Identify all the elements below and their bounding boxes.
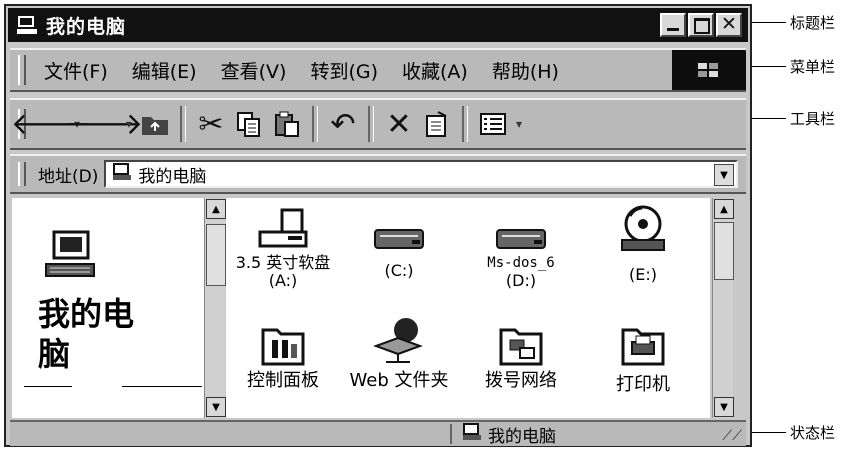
- forward-dropdown-icon[interactable]: ▾: [122, 105, 136, 143]
- views-icon[interactable]: [474, 105, 512, 143]
- item-c-drive[interactable]: (C:): [344, 204, 454, 280]
- item-floppy[interactable]: 3.5 英寸软盘 (A:): [228, 204, 338, 290]
- address-grip[interactable]: [18, 162, 26, 186]
- item-label: 3.5 英寸软盘: [235, 253, 331, 272]
- left-scrollbar[interactable]: ▲ ▼: [204, 198, 226, 418]
- item-label: 打印机: [616, 374, 670, 395]
- cd-drive-icon: [588, 204, 698, 254]
- resize-grip-icon[interactable]: ⟋⟋: [722, 428, 742, 444]
- menu-edit[interactable]: 编辑(E): [132, 57, 197, 84]
- item-sublabel: (D:): [505, 271, 537, 290]
- minimize-button[interactable]: [660, 13, 686, 37]
- toolbar-separator: [180, 106, 186, 142]
- menu-favorites[interactable]: 收藏(A): [402, 57, 468, 84]
- item-dialup[interactable]: 拨号网络: [466, 316, 576, 390]
- item-label: (C:): [384, 261, 414, 280]
- status-text: 我的电脑: [488, 426, 556, 447]
- item-label: 控制面板: [247, 370, 319, 391]
- item-control-panel[interactable]: 控制面板: [228, 316, 338, 390]
- item-web-folder[interactable]: Web 文件夹: [344, 316, 454, 390]
- explorer-window: 我的电脑 ✕ 文件(F) 编辑(E) 查看(V) 转到(G) 收藏(A) 帮助(…: [4, 4, 752, 447]
- status-zone: 我的电脑: [450, 422, 722, 447]
- dialup-network-icon: [466, 316, 576, 366]
- left-panel-title-line1: 我的电: [38, 295, 135, 333]
- menu-file[interactable]: 文件(F): [44, 57, 108, 84]
- tool-bar: 🡐 ▾ 🡒 ▾ ✂ ↶ ✕ ▾: [10, 98, 746, 150]
- windows-logo-icon: [672, 50, 746, 90]
- item-label: (E:): [629, 265, 657, 284]
- floppy-drive-icon: [228, 204, 338, 254]
- divider-line: [122, 386, 202, 387]
- scroll-down-arrow-icon[interactable]: ▼: [714, 397, 734, 417]
- item-label: Ms-dos_6: [487, 255, 555, 271]
- left-panel-title: 我的电 脑: [38, 294, 134, 374]
- item-d-drive[interactable]: Ms-dos_6 (D:): [466, 204, 576, 290]
- properties-icon[interactable]: [418, 105, 456, 143]
- address-value: 我的电脑: [138, 166, 207, 187]
- left-info-panel: 我的电 脑: [12, 198, 204, 418]
- my-computer-icon: [112, 163, 132, 185]
- address-bar: 地址(D) 我的电脑 ▼: [10, 154, 746, 194]
- hard-drive-icon: [466, 204, 576, 254]
- close-button[interactable]: ✕: [716, 13, 742, 37]
- forward-arrow-icon[interactable]: 🡒: [63, 105, 143, 143]
- up-folder-icon[interactable]: [136, 105, 174, 143]
- toolbar-separator: [312, 106, 318, 142]
- minimize-icon: [667, 28, 679, 31]
- callout-line: [752, 432, 786, 433]
- scroll-thumb[interactable]: [206, 224, 226, 286]
- item-e-drive[interactable]: (E:): [588, 204, 698, 284]
- callout-line: [752, 66, 786, 67]
- copy-icon[interactable]: [230, 105, 268, 143]
- callout-tool-bar: 工具栏: [790, 110, 836, 128]
- scroll-down-arrow-icon[interactable]: ▼: [206, 397, 226, 417]
- callout-status-bar: 状态栏: [790, 424, 836, 442]
- scroll-up-arrow-icon[interactable]: ▲: [714, 199, 734, 219]
- hard-drive-icon: [344, 204, 454, 254]
- callout-menu-bar: 菜单栏: [790, 58, 836, 76]
- cut-icon[interactable]: ✂: [192, 105, 230, 143]
- right-scrollbar[interactable]: ▲ ▼: [712, 198, 734, 418]
- address-label: 地址(D): [38, 166, 99, 187]
- status-bar: 我的电脑 ⟋⟋: [10, 420, 746, 447]
- scroll-up-arrow-icon[interactable]: ▲: [206, 199, 226, 219]
- item-sublabel: (A:): [268, 271, 298, 290]
- menu-grip[interactable]: [18, 55, 26, 85]
- item-label: 拨号网络: [485, 370, 557, 391]
- paste-icon[interactable]: [268, 105, 306, 143]
- callout-title-bar: 标题栏: [790, 14, 836, 32]
- control-panel-icon: [228, 316, 338, 366]
- my-computer-icon: [16, 15, 38, 35]
- computer-icon: [45, 230, 95, 277]
- undo-icon[interactable]: ↶: [324, 105, 362, 143]
- views-dropdown-icon[interactable]: ▾: [512, 105, 526, 143]
- menu-help[interactable]: 帮助(H): [492, 57, 559, 84]
- scroll-thumb[interactable]: [714, 222, 734, 280]
- my-computer-icon: [462, 422, 482, 446]
- item-printer[interactable]: 打印机: [588, 316, 698, 394]
- maximize-icon: [694, 18, 710, 34]
- printer-icon: [588, 316, 698, 366]
- divider-line: [24, 386, 72, 387]
- address-input[interactable]: 我的电脑 ▼: [104, 160, 738, 188]
- callout-line: [752, 118, 786, 119]
- web-folder-icon: [344, 316, 454, 366]
- menu-go[interactable]: 转到(G): [310, 57, 378, 84]
- left-panel-title-line2: 脑: [38, 335, 71, 373]
- toolbar-separator: [368, 106, 374, 142]
- delete-icon[interactable]: ✕: [380, 105, 418, 143]
- menu-bar: 文件(F) 编辑(E) 查看(V) 转到(G) 收藏(A) 帮助(H): [10, 48, 746, 92]
- item-label: Web 文件夹: [349, 370, 449, 391]
- close-icon: ✕: [721, 13, 737, 35]
- menu-view[interactable]: 查看(V): [221, 57, 287, 84]
- callout-line: [752, 22, 786, 23]
- address-dropdown-icon[interactable]: ▼: [714, 164, 734, 186]
- maximize-button[interactable]: [688, 13, 714, 37]
- items-pane: 3.5 英寸软盘 (A:) (C:) Ms-dos_6 (D:) (E:) 控制…: [226, 198, 710, 418]
- window-title: 我的电脑: [46, 15, 127, 38]
- title-bar[interactable]: 我的电脑 ✕: [8, 8, 748, 42]
- toolbar-separator: [462, 106, 468, 142]
